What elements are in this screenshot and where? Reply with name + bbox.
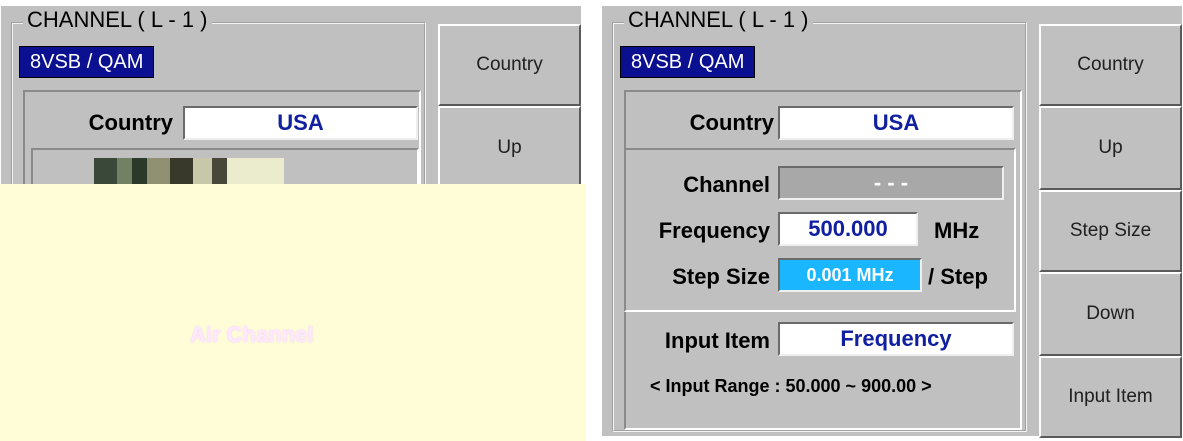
softkey-up[interactable]: Up [1039,106,1182,190]
country-label: Country [88,110,173,135]
step-size-label: Step Size [672,264,770,289]
group-title: CHANNEL ( L - 1 ) [23,6,212,34]
softkey-input-item[interactable]: Input Item [1039,356,1182,438]
right-channel-panel: CHANNEL ( L - 1 ) 8VSB / QAM Country USA… [602,6,1182,438]
channel-label: Channel [683,172,770,197]
overlay-caption: Air Channel [190,322,314,347]
frequency-unit: MHz [934,218,980,243]
input-item-label: Input Item [664,328,770,353]
country-field[interactable]: USA [183,106,418,140]
step-unit: / Step [928,264,988,289]
frequency-field[interactable]: 500.000 [778,212,918,246]
yellow-overlay: Air Channel [0,184,586,441]
frequency-label: Frequency [658,218,770,243]
softkey-country[interactable]: Country [438,24,581,106]
step-size-field[interactable]: 0.001 MHz [778,258,922,292]
softkey-down[interactable]: Down [1039,272,1182,356]
mode-badge: 8VSB / QAM [620,46,756,78]
country-field[interactable]: USA [778,106,1014,140]
softkey-step-size[interactable]: Step Size [1039,190,1182,272]
channel-field[interactable]: - - - [778,166,1004,200]
country-label: Country [689,110,774,135]
softkey-country[interactable]: Country [1039,24,1182,106]
input-item-field[interactable]: Frequency [778,322,1014,356]
input-range-note: < Input Range : 50.000 ~ 900.00 > [650,376,932,396]
softkey-up[interactable]: Up [438,106,581,190]
group-title: CHANNEL ( L - 1 ) [624,6,813,34]
mode-badge: 8VSB / QAM [19,46,155,78]
